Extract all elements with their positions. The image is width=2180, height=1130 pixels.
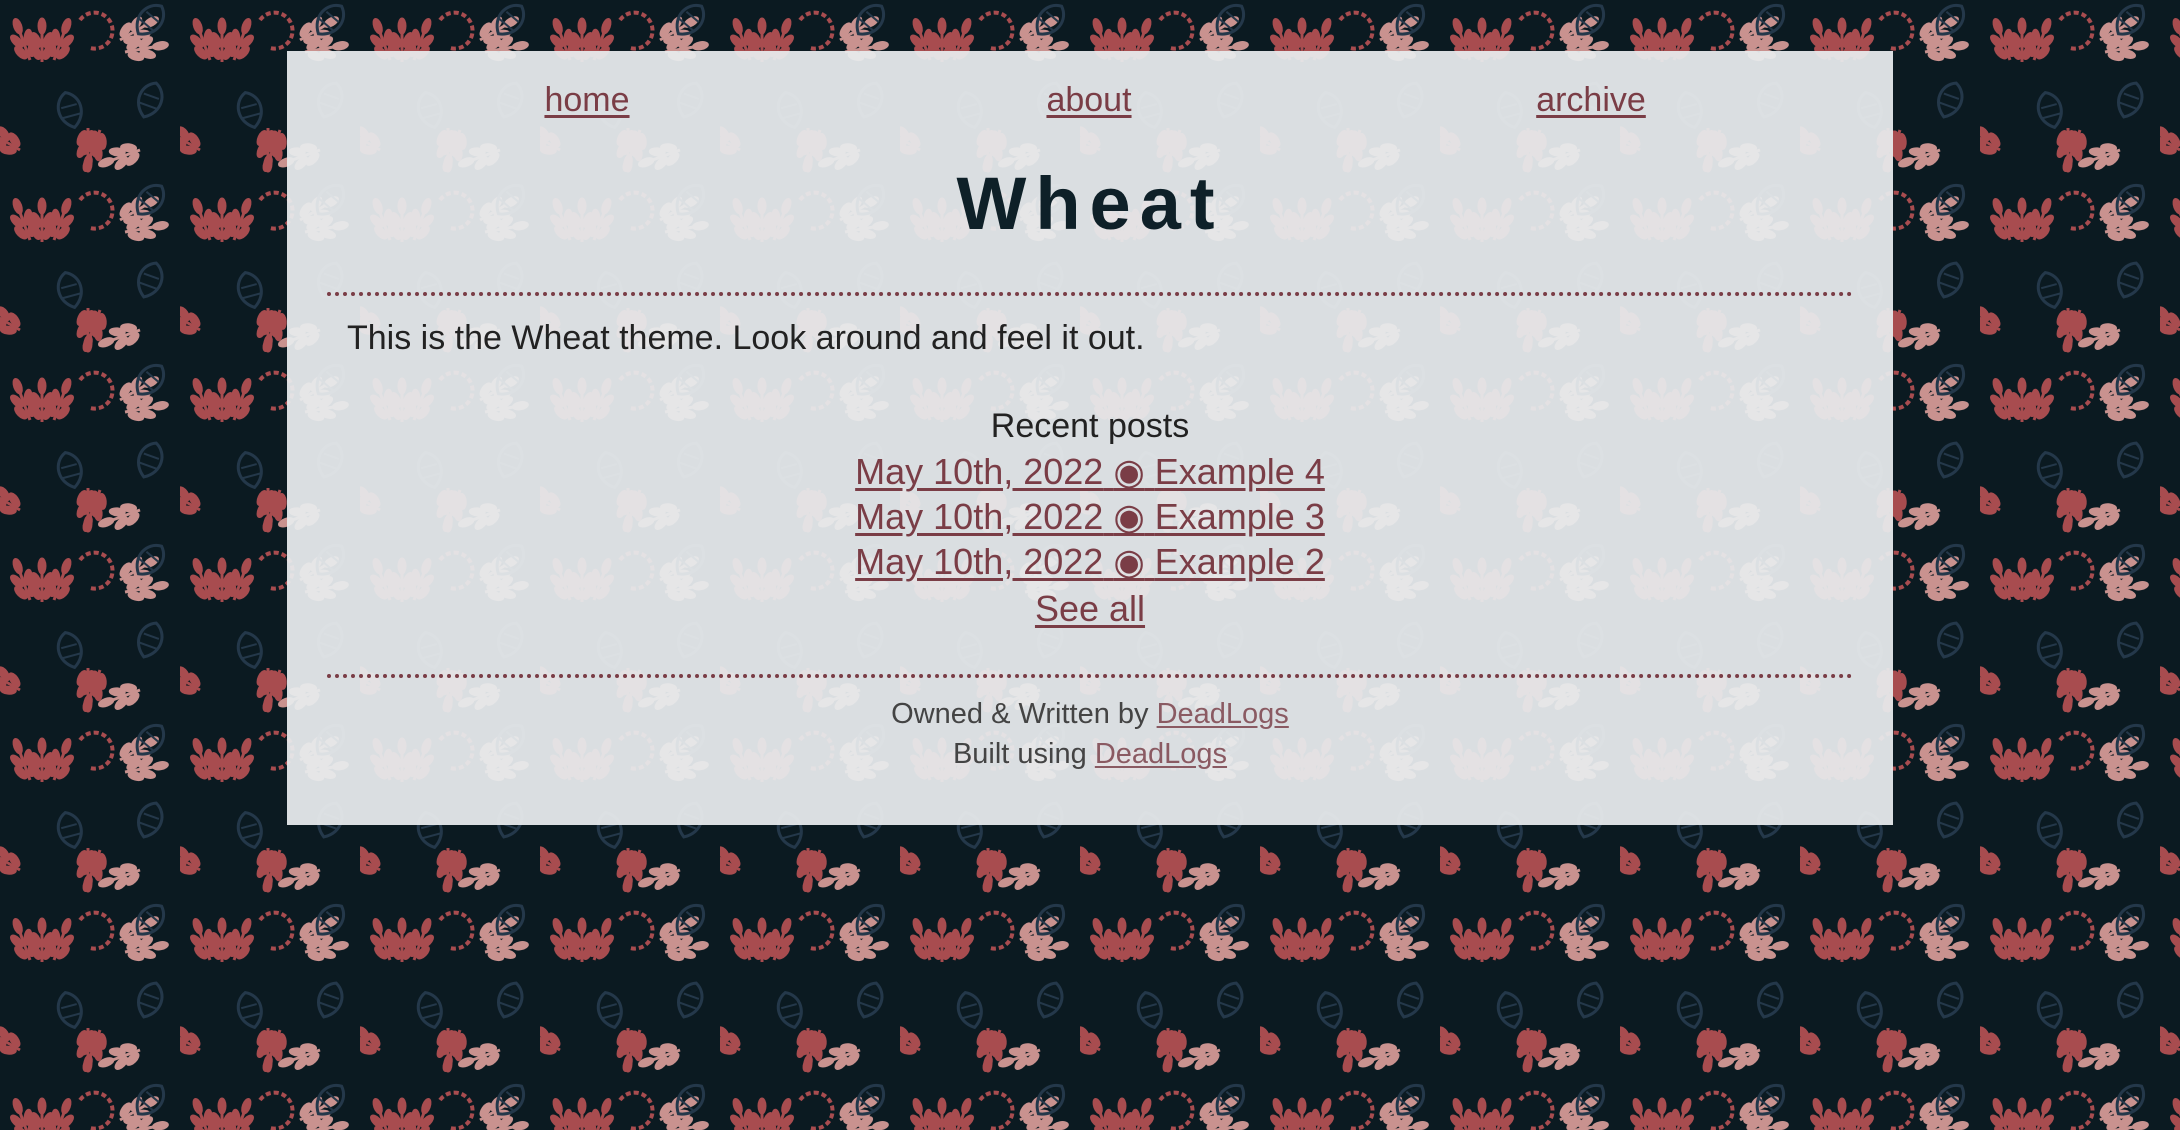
- post-date: May 10th, 2022: [855, 451, 1104, 492]
- site-title: Wheat: [956, 162, 1224, 245]
- post-title: Example 2: [1154, 541, 1325, 582]
- post-separator-icon: ◉: [1113, 451, 1145, 492]
- post-title: Example 3: [1154, 496, 1325, 537]
- post-link[interactable]: May 10th, 2022 ◉ Example 2: [287, 539, 1893, 584]
- nav-about-link[interactable]: about: [1046, 81, 1131, 120]
- post-separator-icon: ◉: [1113, 541, 1145, 582]
- footer: Owned & Written by DeadLogs Built using …: [287, 694, 1893, 774]
- post-link[interactable]: May 10th, 2022 ◉ Example 3: [287, 494, 1893, 539]
- main-card: home about archive Wheat This is the Whe…: [287, 51, 1893, 825]
- footer-owned-text: Owned & Written by: [891, 698, 1149, 730]
- recent-posts-section: Recent posts May 10th, 2022 ◉ Example 4M…: [287, 403, 1893, 632]
- footer-owned-line: Owned & Written by DeadLogs: [287, 694, 1893, 734]
- recent-posts-list: May 10th, 2022 ◉ Example 4 May 10th, 2022…: [287, 449, 1893, 584]
- post-separator-icon: ◉: [1113, 496, 1145, 537]
- see-all-link[interactable]: See all: [1035, 586, 1145, 632]
- top-nav: home about archive: [287, 81, 1893, 131]
- footer-built-text: Built using: [952, 738, 1087, 770]
- header-divider: [327, 292, 1853, 296]
- post-title: Example 4: [1154, 451, 1325, 492]
- recent-posts-heading: Recent posts: [990, 407, 1190, 445]
- nav-home-link[interactable]: home: [544, 81, 629, 120]
- footer-divider: [327, 674, 1853, 678]
- post-date: May 10th, 2022: [855, 496, 1104, 537]
- footer-built-link[interactable]: DeadLogs: [1095, 738, 1227, 770]
- nav-archive-link[interactable]: archive: [1536, 81, 1646, 120]
- footer-built-line: Built using DeadLogs: [287, 734, 1893, 774]
- post-date: May 10th, 2022: [855, 541, 1104, 582]
- intro-text: This is the Wheat theme. Look around and…: [347, 319, 1145, 357]
- footer-owner-link[interactable]: DeadLogs: [1157, 698, 1289, 730]
- post-link[interactable]: May 10th, 2022 ◉ Example 4: [287, 449, 1893, 494]
